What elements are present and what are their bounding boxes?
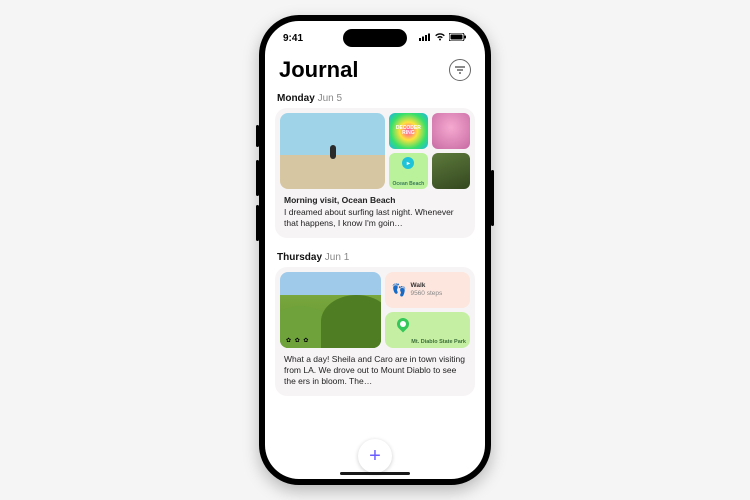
entry-tile-podcast[interactable]: DECODER RING — [389, 113, 427, 149]
journal-entry[interactable]: ✿ ✿ ✿ 👣 Walk 9560 steps — [275, 267, 475, 396]
dynamic-island — [343, 29, 407, 47]
filter-button[interactable] — [449, 59, 471, 81]
status-time: 9:41 — [283, 33, 303, 44]
entry-date: Thursday Jun 1 — [275, 248, 475, 267]
entry-photo-hills[interactable]: ✿ ✿ ✿ — [280, 272, 381, 348]
location-pin-icon — [402, 157, 414, 169]
side-button — [256, 125, 259, 147]
walk-icon: 👣 — [391, 283, 405, 297]
plus-icon: + — [369, 445, 381, 468]
add-entry-button[interactable]: + — [358, 439, 392, 473]
entry-tile-location[interactable]: Ocean Beach — [389, 153, 427, 189]
entry-tile-photo-2[interactable] — [432, 153, 470, 189]
volume-down-button — [256, 205, 259, 241]
filter-icon — [455, 66, 465, 74]
journal-list[interactable]: Monday Jun 5 DECODER RING Ocea — [265, 89, 485, 459]
signal-icon — [419, 33, 431, 44]
page-title: Journal — [279, 57, 358, 83]
power-button — [491, 170, 494, 226]
journal-entry[interactable]: DECODER RING Ocean Beach Morning visit, … — [275, 108, 475, 238]
entry-body: I dreamed about surfing last night. When… — [284, 207, 466, 229]
entry-tile-location[interactable]: Mt. Diablo State Park — [385, 312, 470, 348]
entry-photo-beach[interactable] — [280, 113, 385, 189]
entry-tile-photo[interactable] — [432, 113, 470, 149]
entry-date: Monday Jun 5 — [275, 89, 475, 108]
location-pin-icon — [395, 316, 412, 333]
entry-body: What a day! Sheila and Caro are in town … — [284, 354, 466, 387]
entry-tile-activity[interactable]: 👣 Walk 9560 steps — [385, 272, 470, 308]
wifi-icon — [434, 33, 446, 44]
screen: 9:41 Journal Monday Jun 5 — [265, 21, 485, 479]
home-indicator[interactable] — [340, 472, 410, 475]
entry-title: Morning visit, Ocean Beach — [284, 195, 466, 206]
battery-icon — [449, 33, 467, 44]
volume-up-button — [256, 160, 259, 196]
person-silhouette — [330, 145, 336, 159]
phone-frame: 9:41 Journal Monday Jun 5 — [259, 15, 491, 485]
